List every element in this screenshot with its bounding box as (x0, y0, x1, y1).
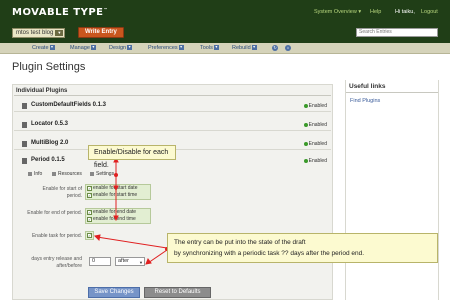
callout-line (147, 249, 168, 264)
callout-line-1: The entry can be put into the state of t… (174, 239, 306, 246)
callout-line-2: by synchronizing with a periodic task ??… (174, 250, 365, 257)
arrow-head-icon (113, 215, 119, 222)
callout-dot-icon (114, 173, 118, 177)
arrow-head-icon (145, 257, 152, 265)
callout-line (96, 236, 168, 249)
annotation-callout: Enable/Disable for each field. (88, 145, 176, 169)
annotation-callout: The entry can be put into the state of t… (167, 233, 438, 263)
arrow-head-icon (93, 234, 101, 242)
arrow-head-icon (113, 185, 119, 192)
